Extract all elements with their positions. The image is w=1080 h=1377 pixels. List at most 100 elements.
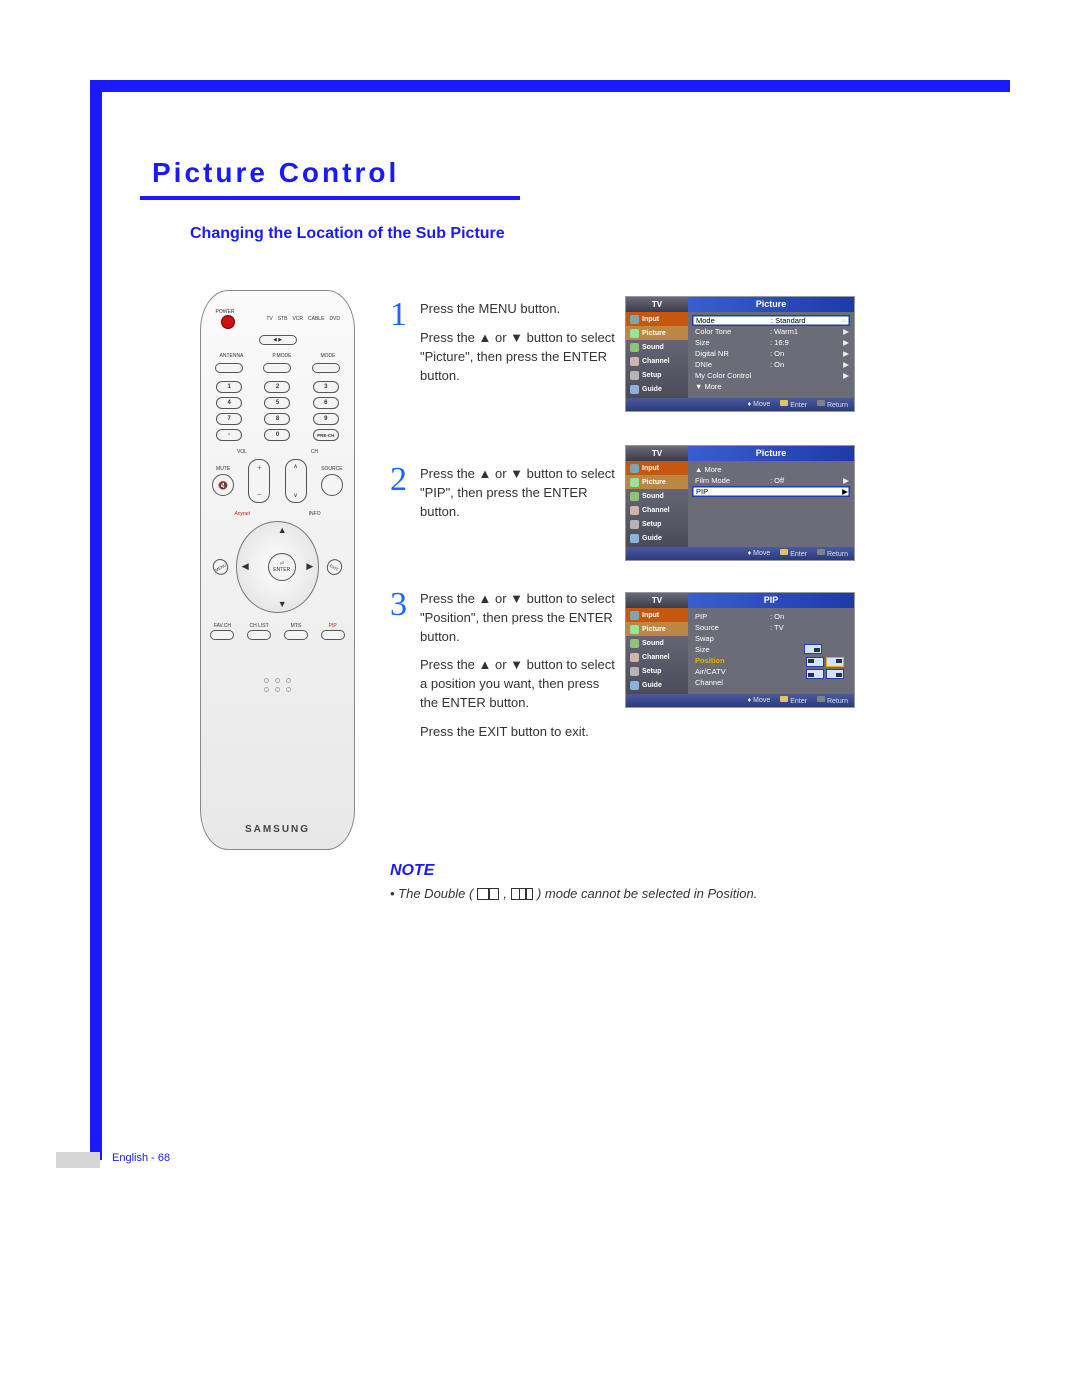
dpad-left-icon[interactable]: ◀ [242, 561, 249, 572]
size-icon [804, 644, 822, 654]
opt-colortone[interactable]: Color Tone: Warm1▶ [692, 326, 850, 337]
dpad-up-icon[interactable]: ▲ [278, 525, 287, 535]
channel-icon [630, 506, 639, 515]
exit-button[interactable]: EXIT [324, 556, 345, 577]
pos-bl[interactable] [806, 669, 824, 679]
side-channel[interactable]: Channel [642, 507, 670, 514]
section-subtitle: Changing the Location of the Sub Picture [190, 225, 505, 243]
setup-icon [630, 371, 639, 380]
mute-label: MUTE [216, 466, 230, 472]
opt-digitalnr[interactable]: Digital NR: On▶ [692, 348, 850, 359]
mts-label: MTS [291, 623, 302, 629]
mode-button[interactable] [312, 363, 340, 373]
opt-mycolor[interactable]: My Color Control▶ [692, 370, 850, 381]
menu-button[interactable]: MENU [210, 556, 231, 577]
prech-button[interactable]: PRE-CH [313, 429, 339, 441]
opt-source[interactable]: Source: TV [692, 622, 804, 633]
note-body: • The Double ( , ) mode cannot be select… [390, 886, 757, 901]
osd-main: ▲ More Film Mode: Off▶ PIP▶ [688, 461, 854, 547]
opt-swap[interactable]: Swap [692, 633, 804, 644]
side-setup[interactable]: Setup [642, 521, 661, 528]
side-setup[interactable]: Setup [642, 668, 661, 675]
side-guide[interactable]: Guide [642, 386, 662, 393]
num-6[interactable]: 6 [313, 397, 339, 409]
osd-picture-1: TV Picture Input Picture Sound Channel S… [625, 296, 855, 412]
num-3[interactable]: 3 [313, 381, 339, 393]
opt-pip-on[interactable]: PIP: On [692, 611, 804, 622]
device-select-pill[interactable]: ◀ ▶ [259, 335, 297, 345]
num-8[interactable]: 8 [264, 413, 290, 425]
num-1[interactable]: 1 [216, 381, 242, 393]
opt-dnie[interactable]: DNIe: On▶ [692, 359, 850, 370]
power-button[interactable] [221, 315, 235, 329]
num-4[interactable]: 4 [216, 397, 242, 409]
pip-button[interactable] [321, 630, 345, 640]
opt-size[interactable]: Size: 16:9▶ [692, 337, 850, 348]
side-input[interactable]: Input [642, 465, 659, 472]
side-guide[interactable]: Guide [642, 682, 662, 689]
side-input[interactable]: Input [642, 316, 659, 323]
step-number: 1 [390, 300, 410, 395]
osd-sidebar: Input Picture Sound Channel Setup Guide [626, 608, 688, 694]
chlist-label: CH LIST [250, 623, 269, 629]
pos-tr[interactable] [826, 657, 844, 667]
brand-logo: SAMSUNG [245, 824, 310, 835]
mts-button[interactable] [284, 630, 308, 640]
power-label: POWER [216, 309, 235, 315]
side-picture[interactable]: Picture [642, 330, 666, 337]
page-frame-left [90, 80, 102, 1160]
num-2[interactable]: 2 [264, 381, 290, 393]
opt-more-up[interactable]: ▲ More [692, 464, 850, 475]
dpad-right-icon[interactable]: ▶ [306, 561, 313, 572]
osd-footer: ♦ Move Enter Return [626, 398, 854, 411]
opt-more[interactable]: ▼ More [692, 381, 850, 392]
pmode-button[interactable] [263, 363, 291, 373]
step-3: 3 Press the ▲ or ▼ button to select "Pos… [390, 590, 615, 752]
dpad: ▲ ▼ ◀ ▶ ⏎ENTER [236, 521, 320, 613]
note-text-mid: , [503, 886, 507, 901]
side-setup[interactable]: Setup [642, 372, 661, 379]
side-input[interactable]: Input [642, 612, 659, 619]
side-channel[interactable]: Channel [642, 358, 670, 365]
favch-button[interactable] [210, 630, 234, 640]
step-2: 2 Press the ▲ or ▼ button to select "PIP… [390, 465, 615, 532]
opt-filmmode[interactable]: Film Mode: Off▶ [692, 475, 850, 486]
opt-aircatv[interactable]: Air/CATV [692, 666, 804, 677]
opt-channel[interactable]: Channel [692, 677, 804, 688]
side-sound[interactable]: Sound [642, 344, 664, 351]
side-channel[interactable]: Channel [642, 654, 670, 661]
channel-icon [630, 653, 639, 662]
num-5[interactable]: 5 [264, 397, 290, 409]
chlist-button[interactable] [247, 630, 271, 640]
opt-mode[interactable]: Mode: Standard▶ [692, 315, 850, 326]
num-9[interactable]: 9 [313, 413, 339, 425]
dpad-down-icon[interactable]: ▼ [278, 599, 287, 609]
section-title: Picture Control [152, 157, 399, 189]
num-7[interactable]: 7 [216, 413, 242, 425]
step-number: 3 [390, 590, 410, 752]
antenna-button[interactable] [215, 363, 243, 373]
double-split-icon [511, 888, 533, 900]
opt-position[interactable]: Position [692, 655, 804, 666]
side-picture[interactable]: Picture [642, 626, 666, 633]
source-button[interactable] [321, 474, 343, 496]
pos-br[interactable] [826, 669, 844, 679]
num-0[interactable]: 0 [264, 429, 290, 441]
step-number: 2 [390, 465, 410, 532]
vol-rocker[interactable]: ＋－ [248, 459, 270, 503]
input-icon [630, 315, 639, 324]
pos-tl[interactable] [806, 657, 824, 667]
picture-icon [630, 625, 639, 634]
remote-illustration: POWER TV STB VCR CABLE DVD ◀ ▶ ANTENNA P… [200, 290, 355, 850]
num-dash[interactable]: - [216, 429, 242, 441]
opt-size[interactable]: Size [692, 644, 804, 655]
mute-button[interactable]: 🔇 [212, 474, 234, 496]
ch-rocker[interactable]: ∧∨ [285, 459, 307, 503]
picture-icon [630, 329, 639, 338]
opt-pip[interactable]: PIP▶ [692, 486, 850, 497]
side-guide[interactable]: Guide [642, 535, 662, 542]
side-sound[interactable]: Sound [642, 493, 664, 500]
enter-button[interactable]: ⏎ENTER [268, 553, 296, 581]
side-sound[interactable]: Sound [642, 640, 664, 647]
side-picture[interactable]: Picture [642, 479, 666, 486]
